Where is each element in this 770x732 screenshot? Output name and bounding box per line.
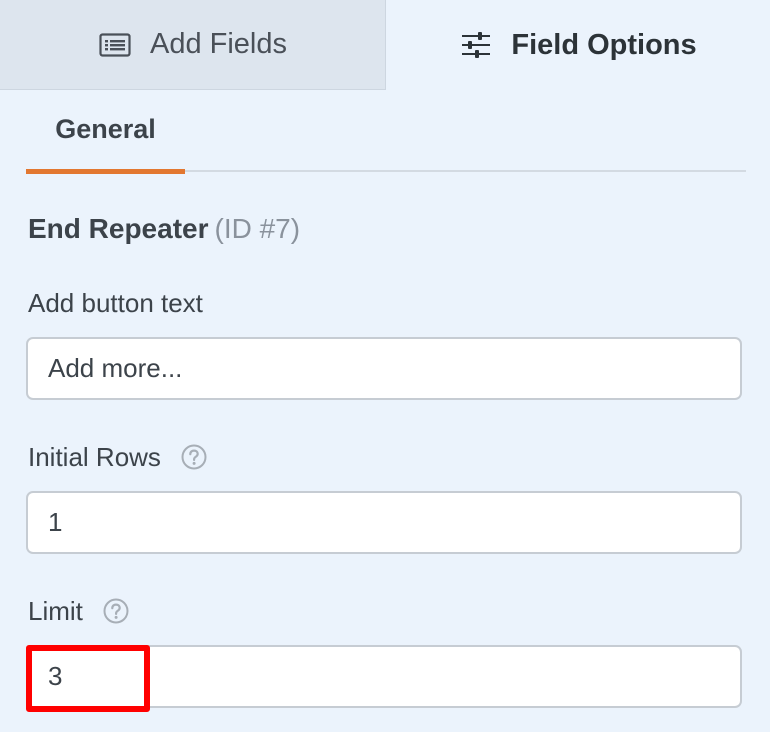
options-subtabs: General [26,90,746,174]
initial-rows-label: Initial Rows [28,440,207,474]
list-icon [98,32,132,58]
field-id: (ID #7) [214,213,301,244]
panel-tabs: Add Fields Field Options [0,0,770,90]
help-icon[interactable] [103,598,129,624]
add-button-text-label: Add button text [28,286,203,320]
limit-input[interactable] [26,645,742,708]
tab-add-fields-label: Add Fields [149,28,287,60]
limit-label: Limit [28,594,129,628]
limit-label-text: Limit [28,596,83,626]
tab-field-options-label: Field Options [511,28,697,61]
sliders-icon [459,32,493,58]
tab-field-options[interactable]: Field Options [386,0,770,90]
help-icon[interactable] [181,444,207,470]
field-heading: End Repeater (ID #7) [28,210,300,248]
tab-add-fields[interactable]: Add Fields [0,0,386,90]
tab-general-label: General [55,113,156,144]
field-name: End Repeater [28,213,209,244]
initial-rows-input[interactable] [26,491,742,554]
add-button-text-label-text: Add button text [28,288,203,318]
tab-general[interactable]: General [26,90,185,174]
active-tab-indicator [26,169,185,174]
initial-rows-label-text: Initial Rows [28,442,161,472]
add-button-text-input[interactable] [26,337,742,400]
